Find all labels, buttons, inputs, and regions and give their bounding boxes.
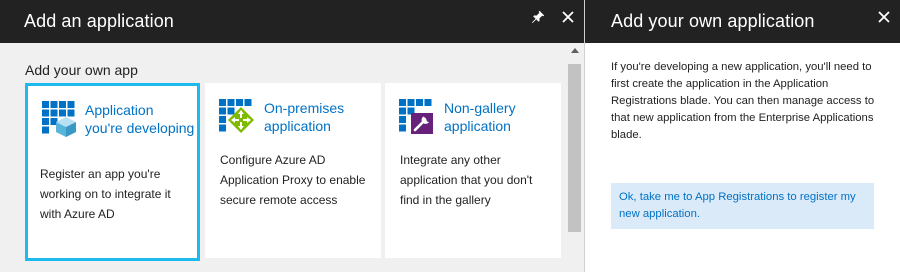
tile-non-gallery-application[interactable]: Non-gallery application Integrate any ot… <box>385 83 561 258</box>
tile-title: On-premises application <box>264 100 345 134</box>
tile-description: Integrate any other application that you… <box>400 153 533 207</box>
vertical-scrollbar[interactable] <box>566 43 584 272</box>
app-registrations-link[interactable]: Ok, take me to App Registrations to regi… <box>619 189 866 223</box>
blade-header: Add an application <box>0 0 584 43</box>
blade-header: Add your own application <box>585 0 900 43</box>
scrollbar-thumb[interactable] <box>568 64 581 232</box>
info-text: If you're developing a new application, … <box>611 61 875 141</box>
tile-description: Configure Azure AD Application Proxy to … <box>220 153 366 207</box>
add-application-blade: Add an application Add your own app Appl… <box>0 0 584 272</box>
blade-title: Add your own application <box>611 11 815 31</box>
tile-on-premises-application[interactable]: On-premises application Configure Azure … <box>205 83 381 258</box>
blade-title: Add an application <box>24 11 174 31</box>
tile-title: Non-gallery application <box>444 100 516 134</box>
close-blade-button[interactable] <box>873 6 895 28</box>
app-proxy-icon <box>219 99 254 133</box>
tile-application-developing[interactable]: Application you're developing Register a… <box>25 83 200 261</box>
non-gallery-app-icon <box>399 99 433 134</box>
scroll-up-arrow-icon[interactable] <box>571 48 579 53</box>
tile-title: Application you're developing <box>85 102 195 136</box>
section-label: Add your own app <box>25 62 138 78</box>
pin-button[interactable] <box>527 6 549 28</box>
close-icon <box>562 11 574 23</box>
close-icon <box>878 11 890 23</box>
app-registrations-link-box[interactable]: Ok, take me to App Registrations to regi… <box>611 183 874 229</box>
blade-content: Add your own app Application you're deve… <box>0 43 566 272</box>
azure-app-cube-icon <box>42 101 76 137</box>
tile-description: Register an app you're working on to int… <box>40 167 171 221</box>
pin-icon <box>532 10 545 23</box>
add-your-own-application-blade: Add your own application If you're devel… <box>584 0 900 272</box>
close-blade-button[interactable] <box>557 6 579 28</box>
